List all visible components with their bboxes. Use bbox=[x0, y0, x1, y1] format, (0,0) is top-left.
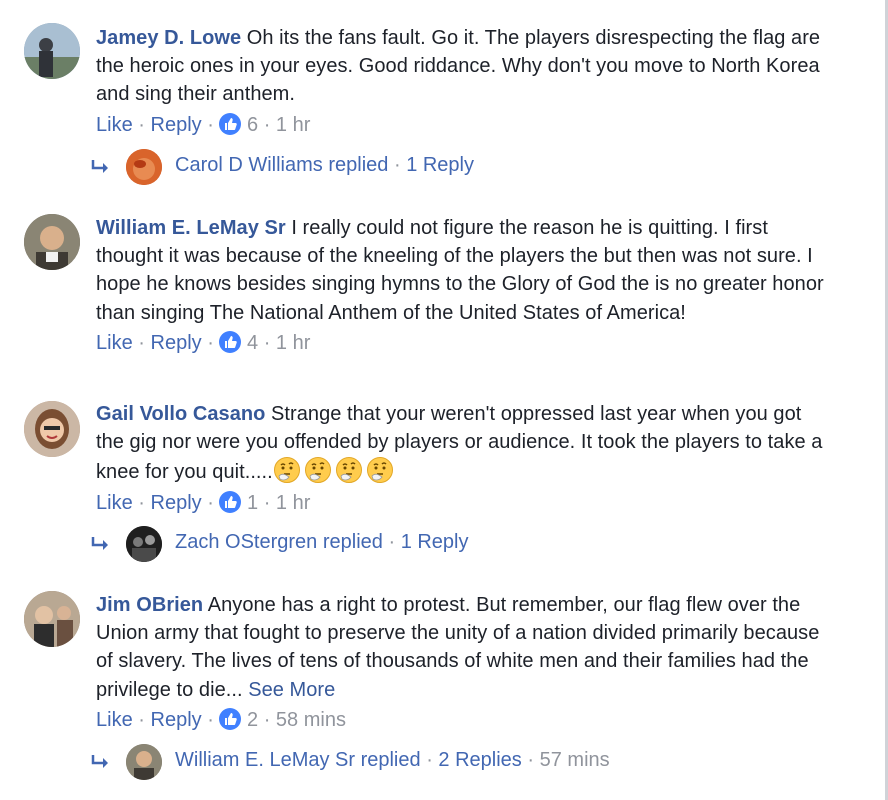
comment-author[interactable]: Gail Vollo Casano bbox=[96, 403, 265, 425]
reaction-count[interactable]: 1 bbox=[247, 492, 258, 514]
comment-author[interactable]: Jamey D. Lowe bbox=[96, 27, 241, 49]
avatar[interactable] bbox=[24, 214, 80, 270]
timestamp[interactable]: 1 hr bbox=[276, 114, 310, 136]
comment-text: Jim OBrien Anyone has a right to protest… bbox=[96, 594, 820, 701]
reply-link[interactable]: Reply bbox=[151, 492, 202, 514]
thinking-face-icon bbox=[366, 457, 393, 484]
thumbs-up-icon[interactable] bbox=[219, 330, 242, 353]
timestamp[interactable]: 57 mins bbox=[540, 749, 610, 771]
replies-preview[interactable]: William E. LeMay Sr replied · 2 Replies … bbox=[90, 744, 850, 782]
reply-count[interactable]: 1 Reply bbox=[401, 531, 469, 553]
emoji-group bbox=[273, 457, 397, 484]
reply-link[interactable]: Reply bbox=[151, 114, 202, 136]
reply-arrow-icon bbox=[91, 160, 108, 173]
timestamp[interactable]: 1 hr bbox=[276, 492, 310, 514]
reply-author-text[interactable]: Zach OStergren replied bbox=[175, 531, 383, 553]
comment-actions: Like · Reply · 2 · 58 mins bbox=[96, 707, 346, 731]
reaction-count[interactable]: 2 bbox=[247, 709, 258, 731]
see-more-link[interactable]: See More bbox=[248, 679, 335, 701]
comment-author[interactable]: William E. LeMay Sr bbox=[96, 217, 286, 239]
reply-count[interactable]: 1 Reply bbox=[406, 154, 474, 176]
like-link[interactable]: Like bbox=[96, 114, 133, 136]
reply-arrow-icon bbox=[91, 537, 108, 550]
reaction-count[interactable]: 4 bbox=[247, 332, 258, 354]
avatar[interactable] bbox=[126, 526, 162, 562]
avatar[interactable] bbox=[126, 744, 162, 780]
reply-author-text[interactable]: Carol D Williams replied bbox=[175, 154, 388, 176]
timestamp[interactable]: 58 mins bbox=[276, 709, 346, 731]
avatar[interactable] bbox=[24, 401, 80, 457]
comment-actions: Like · Reply · 4 · 1 hr bbox=[96, 330, 311, 354]
thinking-face-icon bbox=[273, 457, 300, 484]
avatar[interactable] bbox=[24, 591, 80, 647]
reply-link[interactable]: Reply bbox=[151, 332, 202, 354]
reply-link[interactable]: Reply bbox=[151, 709, 202, 731]
replies-preview[interactable]: Zach OStergren replied · 1 Reply bbox=[90, 526, 850, 564]
comment-actions: Like · Reply · 1 · 1 hr bbox=[96, 490, 311, 514]
reaction-count[interactable]: 6 bbox=[247, 114, 258, 136]
timestamp[interactable]: 1 hr bbox=[276, 332, 310, 354]
avatar[interactable] bbox=[24, 23, 80, 79]
avatar[interactable] bbox=[126, 149, 162, 185]
reply-author-text[interactable]: William E. LeMay Sr replied bbox=[175, 749, 421, 771]
thumbs-up-icon[interactable] bbox=[219, 112, 242, 135]
comment-text: Gail Vollo Casano Strange that your were… bbox=[96, 403, 823, 484]
comment-actions: Like · Reply · 6 · 1 hr bbox=[96, 112, 311, 136]
like-link[interactable]: Like bbox=[96, 332, 133, 354]
reply-arrow-icon bbox=[91, 755, 108, 768]
like-link[interactable]: Like bbox=[96, 709, 133, 731]
comment-text: William E. LeMay Sr I really could not f… bbox=[96, 217, 824, 324]
thinking-face-icon bbox=[304, 457, 331, 484]
reply-count[interactable]: 2 Replies bbox=[438, 749, 521, 771]
like-link[interactable]: Like bbox=[96, 492, 133, 514]
replies-preview[interactable]: Carol D Williams replied · 1 Reply bbox=[90, 149, 850, 187]
comment-author[interactable]: Jim OBrien bbox=[96, 594, 203, 616]
thumbs-up-icon[interactable] bbox=[219, 707, 242, 730]
thumbs-up-icon[interactable] bbox=[219, 490, 242, 513]
comment-text: Jamey D. Lowe Oh its the fans fault. Go … bbox=[96, 27, 821, 106]
thinking-face-icon bbox=[335, 457, 362, 484]
